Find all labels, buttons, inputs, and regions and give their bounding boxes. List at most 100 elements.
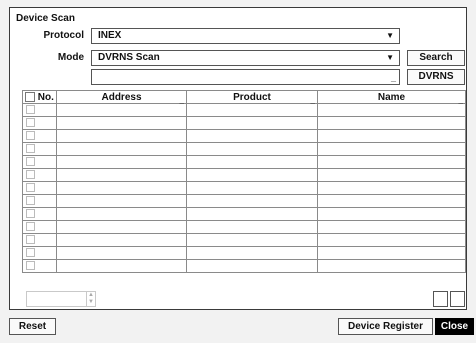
table-cell	[22, 259, 57, 273]
table-cell	[56, 246, 187, 260]
table-row[interactable]	[22, 207, 466, 221]
table-cell	[186, 220, 318, 234]
row-checkbox[interactable]	[26, 157, 35, 167]
table-cell	[317, 142, 466, 156]
column-header-no[interactable]: No.	[22, 90, 57, 104]
row-checkbox[interactable]	[26, 118, 35, 128]
table-cell	[22, 181, 57, 195]
reset-button[interactable]: Reset	[9, 318, 56, 335]
row-checkbox[interactable]	[26, 248, 35, 258]
table-row[interactable]	[22, 246, 466, 260]
table-cell	[186, 259, 318, 273]
table-cell	[56, 194, 187, 208]
row-checkbox[interactable]	[26, 131, 35, 141]
table-row[interactable]	[22, 233, 466, 247]
table-row[interactable]	[22, 142, 466, 156]
table-header: No. Address _ Product _ Name _	[22, 90, 466, 105]
table-row[interactable]	[22, 129, 466, 143]
column-header-name[interactable]: Name _	[317, 90, 466, 105]
table-row[interactable]	[22, 181, 466, 195]
row-checkbox[interactable]	[26, 261, 35, 271]
table-cell	[56, 207, 187, 221]
protocol-select[interactable]: INEX ▼	[91, 28, 400, 44]
table-cell	[22, 168, 57, 182]
table-cell	[56, 220, 187, 234]
dvrns-input[interactable]: _	[91, 69, 400, 85]
table-row[interactable]	[22, 116, 466, 130]
table-cell	[22, 103, 57, 117]
column-no-label: No.	[37, 91, 54, 103]
row-checkbox[interactable]	[26, 105, 35, 115]
row-checkbox[interactable]	[26, 235, 35, 245]
table-cell	[22, 233, 57, 247]
table-row[interactable]	[22, 220, 466, 234]
device-register-button[interactable]: Device Register	[338, 318, 433, 335]
search-button[interactable]: Search	[407, 50, 465, 66]
close-button[interactable]: Close	[435, 318, 474, 335]
table-cell	[186, 207, 318, 221]
table-cell	[22, 194, 57, 208]
row-checkbox[interactable]	[26, 183, 35, 193]
table-cell	[317, 103, 466, 117]
column-header-address[interactable]: Address _	[56, 90, 187, 105]
row-checkbox[interactable]	[26, 196, 35, 206]
device-table: No. Address _ Product _ Name _	[22, 90, 466, 273]
mode-select[interactable]: DVRNS Scan ▼	[91, 50, 400, 66]
column-header-product[interactable]: Product _	[186, 90, 318, 105]
table-row[interactable]	[22, 168, 466, 182]
sort-caret-icon: _	[310, 96, 315, 105]
table-cell	[317, 233, 466, 247]
protocol-label: Protocol	[43, 30, 84, 41]
row-checkbox[interactable]	[26, 209, 35, 219]
row-checkbox[interactable]	[26, 222, 35, 232]
table-cell	[56, 233, 187, 247]
table-cell	[56, 259, 187, 273]
table-cell	[317, 116, 466, 130]
table-cell	[317, 194, 466, 208]
page-selector[interactable]: ▲ ▼	[26, 291, 96, 307]
table-cell	[56, 168, 187, 182]
sort-caret-icon: _	[458, 96, 463, 105]
dialog-title: Device Scan	[16, 13, 75, 24]
next-page-button[interactable]	[450, 291, 465, 307]
table-cell	[186, 142, 318, 156]
table-cell	[317, 168, 466, 182]
text-caret-icon: _	[390, 73, 396, 83]
dvrns-button[interactable]: DVRNS	[407, 69, 465, 85]
table-cell	[186, 194, 318, 208]
table-row[interactable]	[22, 194, 466, 208]
table-cell	[22, 155, 57, 169]
table-cell	[56, 103, 187, 117]
prev-page-button[interactable]	[433, 291, 448, 307]
table-cell	[317, 155, 466, 169]
table-cell	[22, 207, 57, 221]
table-cell	[56, 142, 187, 156]
select-all-checkbox[interactable]	[25, 91, 35, 102]
table-cell	[22, 220, 57, 234]
table-cell	[186, 116, 318, 130]
table-cell	[22, 116, 57, 130]
table-cell	[56, 129, 187, 143]
mode-value: DVRNS Scan	[98, 52, 160, 63]
page-spinner-icon[interactable]: ▲ ▼	[86, 292, 95, 306]
table-cell	[317, 207, 466, 221]
table-cell	[22, 246, 57, 260]
dropdown-arrow-icon: ▼	[386, 31, 394, 40]
table-cell	[22, 129, 57, 143]
table-row[interactable]	[22, 259, 466, 273]
table-cell	[317, 181, 466, 195]
table-row[interactable]	[22, 155, 466, 169]
table-cell	[317, 129, 466, 143]
table-cell	[56, 116, 187, 130]
table-cell	[186, 168, 318, 182]
table-cell	[186, 103, 318, 117]
table-cell	[56, 181, 187, 195]
device-scan-dialog: Device Scan Protocol INEX ▼ Mode DVRNS S…	[9, 7, 467, 310]
row-checkbox[interactable]	[26, 170, 35, 180]
protocol-value: INEX	[98, 30, 122, 41]
row-checkbox[interactable]	[26, 144, 35, 154]
table-cell	[186, 129, 318, 143]
table-row[interactable]	[22, 103, 466, 117]
column-address-label: Address	[101, 91, 142, 103]
dropdown-arrow-icon: ▼	[386, 53, 394, 62]
